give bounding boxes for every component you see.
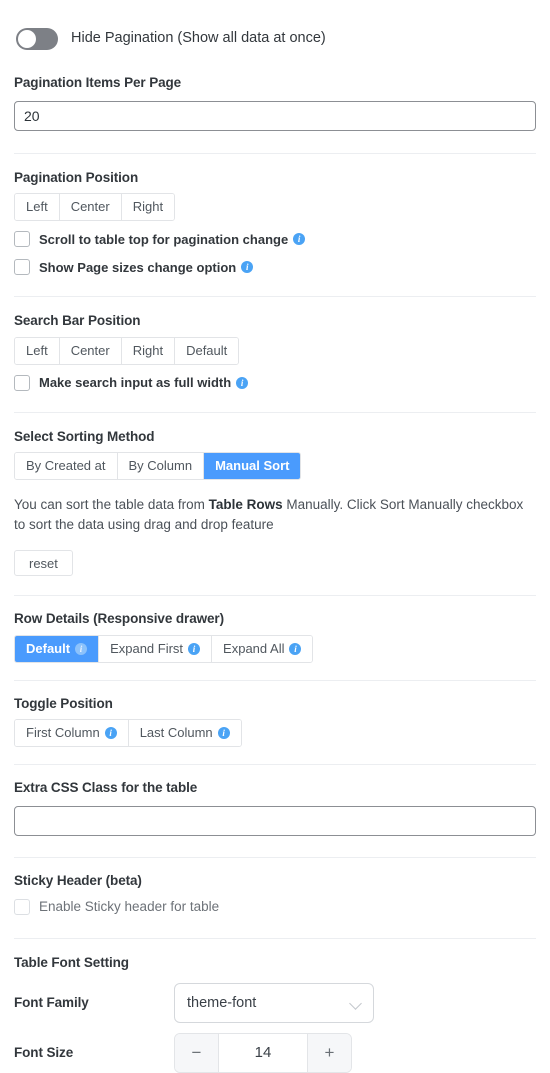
sticky-header-checkbox[interactable] <box>14 899 30 915</box>
toggle-position-first-column-text: First Column <box>26 725 100 740</box>
row-details-section: Row Details (Responsive drawer) Default … <box>14 596 536 663</box>
page-sizes-text: Show Page sizes change option <box>39 259 237 275</box>
font-size-row: Font Size − 14 + <box>14 1032 536 1073</box>
pagination-position-label: Pagination Position <box>14 169 139 185</box>
toggle-knob <box>18 29 36 48</box>
font-family-value: theme-font <box>187 994 257 1011</box>
row-details-button-group: Default i Expand First i Expand All i <box>14 634 314 663</box>
help-prefix: You can sort the table data from <box>14 497 209 512</box>
sorting-method-by-created-at[interactable]: By Created at <box>15 453 118 479</box>
font-family-select[interactable]: theme-font <box>174 982 374 1023</box>
help-bold: Table Rows <box>208 497 283 512</box>
sticky-header-section: Sticky Header (beta) Enable Sticky heade… <box>14 858 536 919</box>
sticky-header-label: Sticky Header (beta) <box>14 872 142 888</box>
extra-css-label: Extra CSS Class for the table <box>14 780 198 795</box>
pagination-position-right[interactable]: Right <box>121 194 175 220</box>
scroll-to-top-row: Scroll to table top for pagination chang… <box>14 228 536 250</box>
reset-button[interactable]: reset <box>14 550 73 576</box>
sorting-method-by-column[interactable]: By Column <box>117 453 205 479</box>
sorting-method-label: Select Sorting Method <box>14 428 155 444</box>
pagination-position-left[interactable]: Left <box>15 194 60 220</box>
page-sizes-checkbox[interactable] <box>14 259 30 275</box>
sorting-method-button-group: By Created at By Column Manual Sort <box>14 452 302 480</box>
font-size-decrement-button[interactable]: − <box>175 1033 219 1072</box>
font-family-label: Font Family <box>14 994 89 1010</box>
pagination-position-button-group: Left Center Right <box>14 193 176 221</box>
row-details-expand-first-text: Expand First <box>110 640 184 656</box>
pagination-position-center[interactable]: Center <box>59 194 122 220</box>
row-details-default[interactable]: Default i <box>15 635 100 662</box>
hide-pagination-label: Hide Pagination (Show all data at once) <box>71 30 326 47</box>
search-bar-position-right[interactable]: Right <box>121 337 176 364</box>
search-bar-position-center[interactable]: Center <box>59 337 122 364</box>
row-details-expand-all[interactable]: Expand All i <box>212 635 313 662</box>
info-icon[interactable]: i <box>217 727 230 739</box>
items-per-page-section: Pagination Items Per Page <box>14 46 536 131</box>
extra-css-section: Extra CSS Class for the table <box>14 765 536 836</box>
info-icon[interactable]: i <box>104 727 117 739</box>
sorting-method-section: Select Sorting Method By Created at By C… <box>14 413 536 576</box>
sticky-header-checkbox-label: Enable Sticky header for table <box>39 899 220 915</box>
info-icon[interactable]: i <box>75 642 88 655</box>
toggle-position-first-column[interactable]: First Column i <box>15 720 129 746</box>
toggle-position-button-group: First Column i Last Column i <box>14 719 242 747</box>
scroll-to-top-text: Scroll to table top for pagination chang… <box>39 231 289 247</box>
full-width-search-row: Make search input as full width i <box>14 372 536 394</box>
search-bar-position-label: Search Bar Position <box>14 313 141 328</box>
search-bar-position-section: Search Bar Position Left Center Right De… <box>14 297 536 394</box>
hide-pagination-toggle[interactable] <box>16 27 58 50</box>
full-width-search-text: Make search input as full width <box>39 375 232 390</box>
extra-css-input[interactable] <box>14 805 536 836</box>
font-family-row: Font Family theme-font <box>14 982 536 1023</box>
search-bar-position-default[interactable]: Default <box>175 337 239 364</box>
font-size-value[interactable]: 14 <box>219 1033 307 1072</box>
sorting-method-manual-sort[interactable]: Manual Sort <box>204 453 301 479</box>
toggle-position-last-column[interactable]: Last Column i <box>128 720 241 746</box>
font-size-stepper: − 14 + <box>174 1032 352 1073</box>
pagination-position-section: Pagination Position Left Center Right Sc… <box>14 154 536 279</box>
page-sizes-label: Show Page sizes change option i <box>39 259 254 275</box>
row-details-default-text: Default <box>26 640 71 656</box>
chevron-down-icon <box>349 996 362 1010</box>
row-details-expand-all-text: Expand All <box>223 640 285 656</box>
toggle-position-section: Toggle Position First Column i Last Colu… <box>14 681 536 747</box>
info-icon[interactable]: i <box>241 261 254 273</box>
info-icon[interactable]: i <box>236 376 249 389</box>
search-bar-position-button-group: Left Center Right Default <box>14 336 240 365</box>
font-setting-label: Table Font Setting <box>14 955 129 970</box>
scroll-to-top-checkbox[interactable] <box>14 231 30 247</box>
search-bar-position-left[interactable]: Left <box>15 337 60 364</box>
info-icon[interactable]: i <box>293 233 306 245</box>
toggle-position-label: Toggle Position <box>14 695 113 711</box>
sticky-header-row: Enable Sticky header for table <box>14 896 536 918</box>
row-details-expand-first[interactable]: Expand First i <box>99 635 213 662</box>
full-width-search-checkbox[interactable] <box>14 374 30 391</box>
info-icon[interactable]: i <box>188 642 201 655</box>
page-sizes-row: Show Page sizes change option i <box>14 256 536 278</box>
items-per-page-input[interactable] <box>14 100 536 131</box>
sorting-help-text: You can sort the table data from Table R… <box>14 495 530 535</box>
row-details-label: Row Details (Responsive drawer) <box>14 611 224 626</box>
info-icon[interactable]: i <box>289 642 302 655</box>
full-width-search-label: Make search input as full width i <box>39 375 249 390</box>
hide-pagination-row: Hide Pagination (Show all data at once) <box>14 0 536 50</box>
items-per-page-label: Pagination Items Per Page <box>14 75 182 90</box>
toggle-position-last-column-text: Last Column <box>139 725 213 740</box>
scroll-to-top-label: Scroll to table top for pagination chang… <box>39 231 306 247</box>
table-settings-panel: Hide Pagination (Show all data at once) … <box>0 0 550 1073</box>
font-setting-section: Table Font Setting Font Family theme-fon… <box>14 939 536 1073</box>
font-size-label: Font Size <box>14 1044 74 1060</box>
font-size-increment-button[interactable]: + <box>307 1033 351 1072</box>
